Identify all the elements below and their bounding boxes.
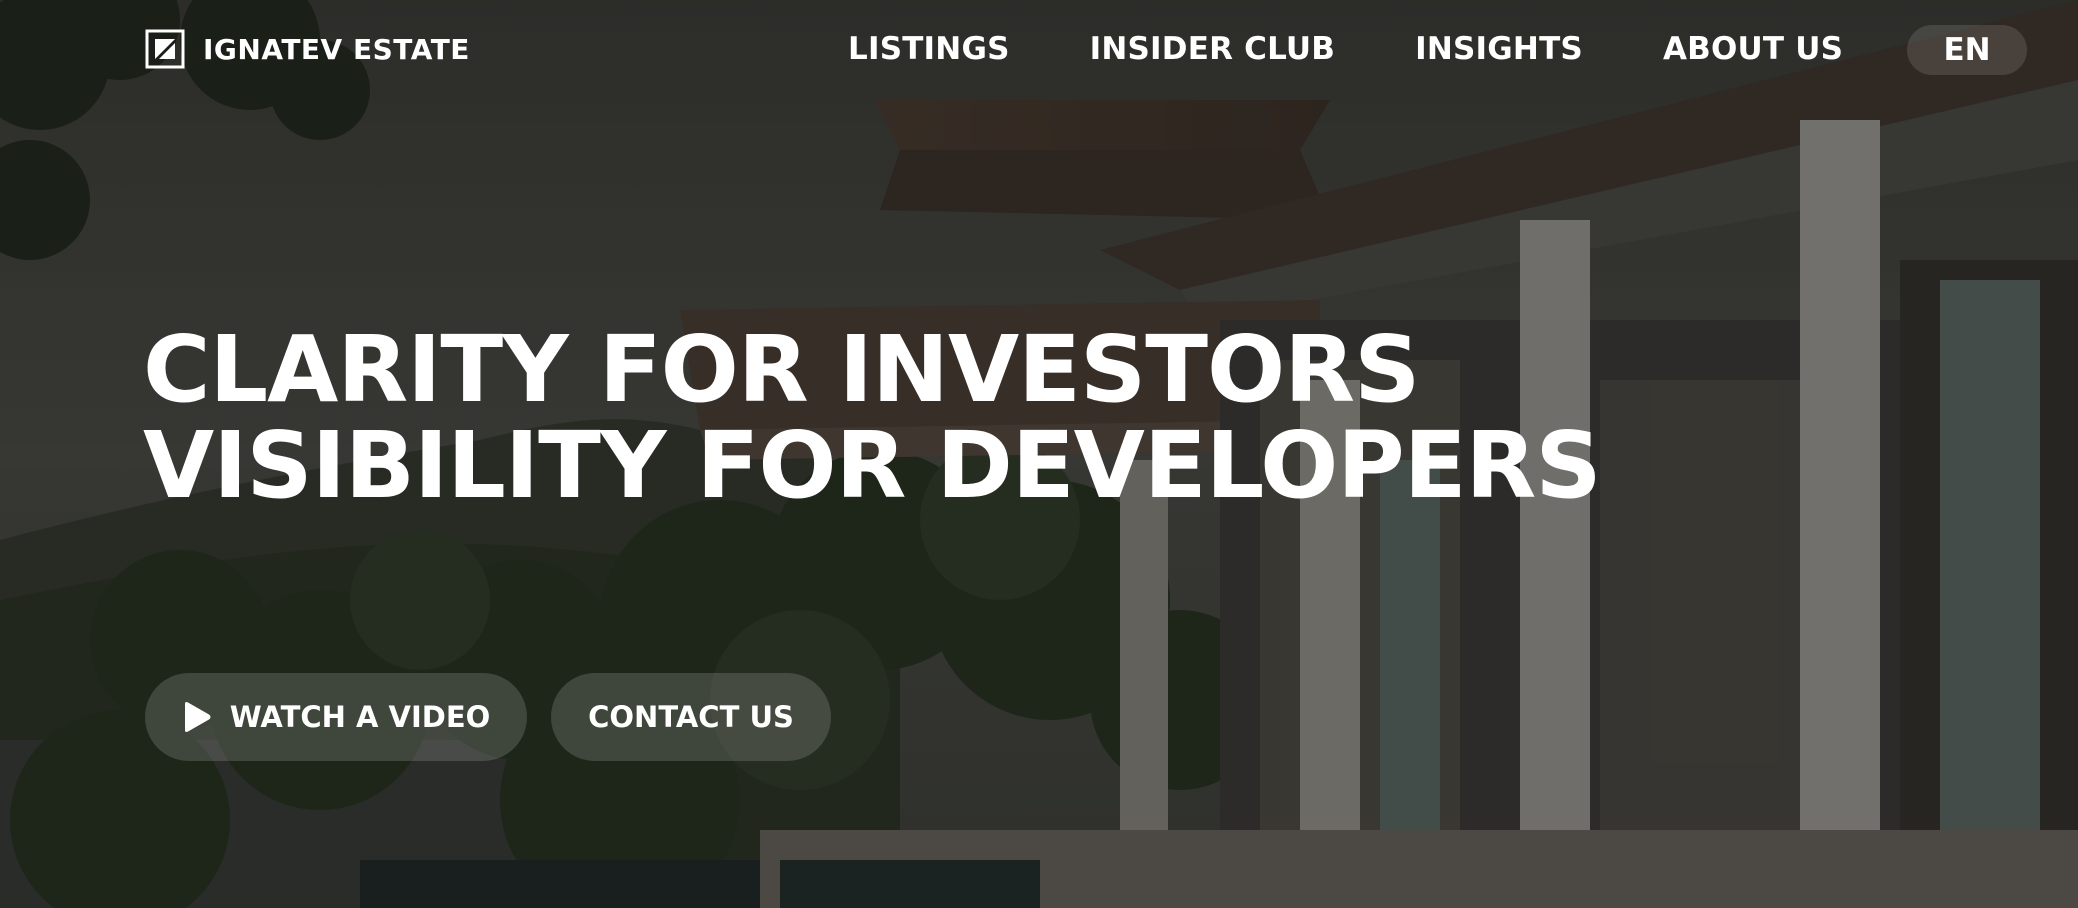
language-switcher[interactable]: EN xyxy=(1907,25,2027,75)
nav-item-insider-club[interactable]: INSIDER CLUB xyxy=(1090,28,1336,70)
hero-headline: CLARITY FOR INVESTORS VISIBILITY FOR DEV… xyxy=(143,316,1602,519)
headline-line-1: CLARITY FOR INVESTORS xyxy=(143,316,1420,423)
headline-line-2: VISIBILITY FOR DEVELOPERS xyxy=(143,412,1602,519)
contact-us-button[interactable]: CONTACT US xyxy=(551,673,831,761)
watch-video-label: WATCH A VIDEO xyxy=(229,700,491,734)
main-nav: LISTINGS INSIDER CLUB INSIGHTS ABOUT US xyxy=(848,28,1843,70)
site-header: IGNATEV ESTATE LISTINGS INSIDER CLUB INS… xyxy=(0,0,2078,100)
hero-cta-row: WATCH A VIDEO CONTACT US xyxy=(145,673,831,761)
watch-video-button[interactable]: WATCH A VIDEO xyxy=(145,673,527,761)
brand-name: IGNATEV ESTATE xyxy=(203,32,470,66)
nav-item-listings[interactable]: LISTINGS xyxy=(848,28,1010,70)
play-icon xyxy=(182,701,212,733)
nav-item-about-us[interactable]: ABOUT US xyxy=(1663,28,1843,70)
square-logo-icon xyxy=(145,29,185,69)
contact-us-label: CONTACT US xyxy=(588,700,794,734)
nav-item-insights[interactable]: INSIGHTS xyxy=(1415,28,1583,70)
brand-logo[interactable]: IGNATEV ESTATE xyxy=(145,29,470,69)
